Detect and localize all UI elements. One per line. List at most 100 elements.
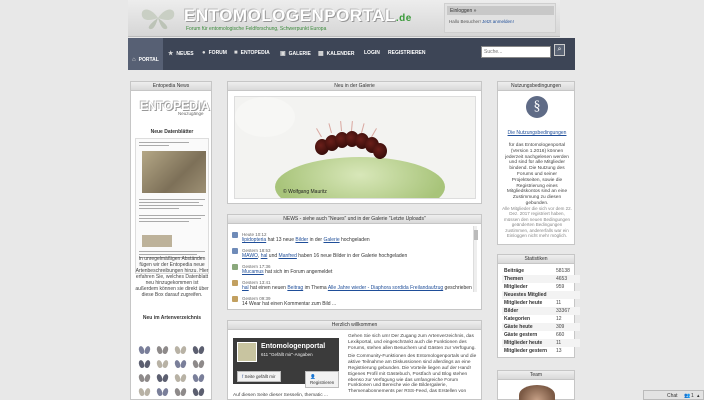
species-thumb-icon[interactable]: [193, 360, 204, 369]
search-icon: ⌕: [557, 46, 562, 53]
welcome-bottom-text: Auf diesen Seite dieser Sesselin, themat…: [233, 393, 328, 398]
news-panel: NEWS - siehe auch "Neues" und in der Gal…: [227, 214, 482, 310]
chat-count: 1: [691, 393, 694, 399]
user-link[interactable]: Manfred: [279, 253, 297, 259]
gallery-panel: Neu in der Galerie © Wolfgang Mauritz: [227, 81, 482, 204]
caterpillar-image: [315, 120, 387, 159]
paragraph-icon: §: [526, 96, 548, 118]
user-link[interactable]: Mucamus: [242, 269, 264, 275]
stat-row: Mitglieder heute 11: [504, 300, 562, 306]
gallery-featured-image[interactable]: © Wolfgang Mauritz: [234, 96, 476, 199]
rules-text-old: Alle Mitglieder die sich vor dem 22. Dez…: [502, 206, 572, 239]
welcome-panel: Herzlich willkommen Entomologenportal 61…: [227, 320, 482, 400]
panel-title: Nutzungsbedingungen: [498, 82, 574, 91]
species-thumb-icon[interactable]: [193, 346, 204, 355]
facebook-avatar: [237, 342, 257, 362]
nav-portal[interactable]: ⌂ PORTAL: [128, 38, 163, 70]
user-icon: [232, 264, 238, 270]
species-thumb-icon[interactable]: [139, 346, 150, 355]
species-thumb-icon[interactable]: [193, 374, 204, 383]
chat-bar[interactable]: Chat 👥 1 ▴: [643, 390, 704, 400]
stat-row: Mitglieder gestern 13: [504, 348, 562, 354]
nav-kalender[interactable]: ▦ KALENDER: [318, 50, 354, 58]
entopedia-description: In unregelmäßigen Abständen fügen wir de…: [135, 256, 209, 298]
datasheet-preview[interactable]: [135, 138, 209, 274]
register-link[interactable]: Jetzt anmelden!: [482, 19, 514, 24]
post-icon: [232, 280, 238, 286]
species-thumb-icon[interactable]: [175, 346, 186, 355]
gallery-link[interactable]: Galerie: [323, 237, 339, 243]
species-thumb-icon[interactable]: [157, 346, 168, 355]
star-icon: ★: [168, 51, 174, 57]
panel-title: Neu in der Galerie: [228, 82, 481, 91]
species-thumb-icon[interactable]: [157, 388, 168, 397]
user-link[interactable]: lipidopteria: [242, 237, 266, 243]
new-sheets-title: Neue Datenblätter: [150, 129, 194, 135]
site-tagline: Forum für entomologische Feldforschung, …: [186, 26, 327, 32]
upload-icon: [232, 248, 238, 254]
datasheet-image: [142, 151, 206, 193]
nav-forum[interactable]: ● FORUM: [202, 50, 227, 56]
search-button[interactable]: ⌕: [554, 44, 565, 56]
home-icon: ⌂: [132, 57, 136, 63]
stat-row: Mitglieder heute 11: [502, 339, 580, 347]
user-link[interactable]: MAWO: [242, 253, 258, 259]
team-panel: Team: [497, 370, 575, 400]
species-thumb-icon[interactable]: [175, 374, 186, 383]
images-link[interactable]: Bilder: [295, 237, 308, 243]
user-link[interactable]: hal: [242, 285, 249, 291]
stat-row: Kategorien 12: [504, 316, 562, 322]
fb-register-button[interactable]: 👤 Registrieren: [305, 371, 340, 388]
panel-title: Team: [498, 371, 574, 380]
image-copyright: © Wolfgang Mauritz: [283, 189, 327, 195]
login-box: Einloggen » Hallo Besucher! Jetzt anmeld…: [444, 3, 556, 33]
users-icon: 👥: [684, 393, 691, 399]
stat-row: Bilder 33367: [502, 307, 580, 315]
nav-neues[interactable]: ★ NEUES: [168, 50, 194, 58]
fb-like-button[interactable]: f Seite gefällt mir: [237, 371, 281, 382]
stat-row: Neuestes Mitglied: [502, 291, 580, 299]
user-icon: 👤: [310, 374, 316, 379]
chevron-up-icon: ▴: [697, 393, 700, 399]
species-thumb-icon[interactable]: [157, 374, 168, 383]
panel-title: Statistiken: [498, 255, 574, 264]
site-logo[interactable]: ENTOMOLOGENPORTAL.de: [184, 6, 412, 26]
nav-registrieren[interactable]: REGISTRIEREN: [388, 50, 426, 56]
welcome-text: Gehen Sie sich um! Der Zugang zum Artenv…: [348, 334, 477, 395]
stats-panel: Statistiken Beiträge 58138 Themen 4653 Mit…: [497, 254, 580, 358]
arten-title: Neu im Artenverzeichnis: [142, 315, 202, 321]
entopedia-sub: Neuzugänge: [178, 111, 204, 116]
comment-icon: [232, 296, 238, 302]
panel-title: NEWS - siehe auch "Neues" und in der Gal…: [228, 215, 481, 224]
nav-entopedia[interactable]: ■ ENTOPEDIA: [234, 50, 270, 56]
facebook-icon: f: [242, 374, 244, 379]
post-link[interactable]: Beitrag: [287, 285, 303, 291]
search-input[interactable]: [481, 46, 551, 58]
species-thumb-icon[interactable]: [139, 388, 150, 397]
species-thumb-icon[interactable]: [139, 360, 150, 369]
login-toggle[interactable]: Einloggen »: [447, 6, 554, 15]
stat-row: Gäste heute 309: [502, 323, 580, 331]
news-scrollbar[interactable]: [473, 226, 478, 292]
nav-galerie[interactable]: ▣ GALERIE: [280, 50, 311, 58]
book-icon: ■: [234, 50, 238, 56]
team-member-photo[interactable]: [519, 385, 555, 400]
rules-panel: Nutzungsbedingungen § Die Nutzungsbeding…: [497, 81, 575, 245]
species-thumb-icon[interactable]: [175, 360, 186, 369]
calendar-icon: ▦: [318, 51, 324, 57]
species-thumb-icon[interactable]: [139, 374, 150, 383]
rules-link[interactable]: Die Nutzungsbedingungen: [498, 130, 576, 136]
species-thumb-icon[interactable]: [193, 388, 204, 397]
stat-row: Beiträge 58138: [504, 268, 570, 274]
butterfly-logo-icon: [141, 9, 175, 30]
image-icon: ▣: [280, 51, 286, 57]
thread-link[interactable]: Alle Jahre wieder - Diaphora sordida Fre…: [328, 285, 443, 291]
upload-icon: [232, 232, 238, 238]
species-thumb-icon[interactable]: [175, 388, 186, 397]
facebook-widget[interactable]: Entomologenportal 611 "Gefällt mir"-Anga…: [233, 338, 340, 388]
entopedia-news-panel: Entopedia News ENTOPEDIA Neuzugänge Neue…: [130, 81, 212, 400]
greeting-text: Hallo Besucher! Jetzt anmelden!: [449, 19, 514, 24]
stat-row: Themen 4653: [502, 275, 580, 283]
nav-login[interactable]: LOGIN: [364, 50, 380, 56]
species-thumb-icon[interactable]: [157, 360, 168, 369]
